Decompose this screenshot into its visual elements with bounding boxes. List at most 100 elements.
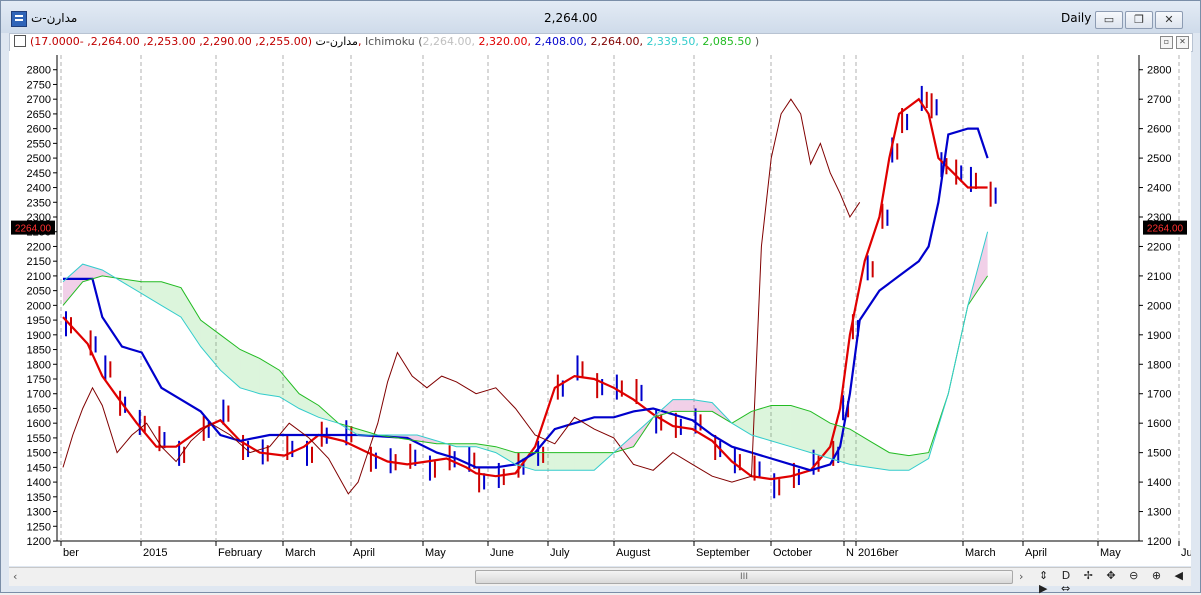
right-price-tag-label: 2264.00 xyxy=(1147,224,1184,235)
left-tick-label: 2750 xyxy=(27,79,51,91)
minimize-button[interactable]: ▭ xyxy=(1095,11,1123,29)
legend-restore-icon[interactable]: ▫ xyxy=(1160,36,1173,49)
legend-close-paren: ) xyxy=(754,35,760,48)
series-line-kijun xyxy=(63,127,989,472)
right-tick-label: 1800 xyxy=(1147,359,1171,371)
left-tick-label: 2350 xyxy=(27,197,51,209)
legend-symbol: مدارن-ت xyxy=(315,35,358,48)
left-tick-label: 1550 xyxy=(27,433,51,445)
cloud-segment xyxy=(869,440,890,471)
close-button[interactable]: ✕ xyxy=(1155,11,1183,29)
right-tick-label: 1500 xyxy=(1147,448,1171,460)
x-tick-label: April xyxy=(1025,547,1047,559)
legend-value-4: 2,264.00, xyxy=(590,35,643,48)
ichimoku-chart[interactable]: 1200 1250 1300 1350 1400 1450 1500 1550 1600 1650… xyxy=(9,35,1199,566)
maximize-button[interactable]: ❐ xyxy=(1125,11,1153,29)
chart-area[interactable]: 1200 1250 1300 1350 1400 1450 1500 1550 1600 1650… xyxy=(9,35,1199,566)
left-tick-label: 2550 xyxy=(27,138,51,150)
left-tick-label: 1400 xyxy=(27,477,51,489)
legend-value-6: 2,085.50 xyxy=(702,35,752,48)
x-tick-label: 2015 xyxy=(143,547,167,559)
right-tick-label: 2800 xyxy=(1147,65,1171,77)
period-label: Daily xyxy=(1061,11,1092,25)
legend-close-icon[interactable]: ✕ xyxy=(1176,36,1189,49)
left-tick-label: 1750 xyxy=(27,374,51,386)
left-tick-label: 2000 xyxy=(27,300,51,312)
x-tick-label: April xyxy=(353,547,375,559)
right-tick-label: 1600 xyxy=(1147,418,1171,430)
cloud-segment xyxy=(240,349,260,394)
x-tick-label: August xyxy=(616,547,650,559)
left-tick-label: 1450 xyxy=(27,462,51,474)
x-tick-label: 2016ber xyxy=(858,547,899,559)
cloud-segment xyxy=(574,452,595,471)
right-tick-label: 2600 xyxy=(1147,124,1171,136)
right-tick-label: 1400 xyxy=(1147,477,1171,489)
left-tick-label: 1700 xyxy=(27,389,51,401)
x-tick-label: September xyxy=(696,547,750,559)
left-tick-label: 1850 xyxy=(27,345,51,357)
legend-indicator: Ichimoku ( xyxy=(364,35,423,48)
x-tick-label: October xyxy=(773,547,812,559)
chart-legend: مدارن-ت (2,255.00, 2,290.00, 2,253.00, 2… xyxy=(9,33,1193,52)
left-tick-label: 2700 xyxy=(27,94,51,106)
chart-tools[interactable]: ⇕ D ✢ ✥ ⊖ ⊕ ◀ ▶ ⇔ xyxy=(1039,569,1191,595)
cloud-segment xyxy=(220,334,241,388)
left-tick-label: 1200 xyxy=(27,536,51,548)
legend-value-1: 2,264.00, xyxy=(422,35,475,48)
x-tick-label: ber xyxy=(63,547,79,559)
right-tick-label: 2100 xyxy=(1147,271,1171,283)
scroll-left-icon[interactable]: ‹ xyxy=(13,570,17,583)
chart-window: مدارن-ت 2,264.00 Daily ▭ ❐ ✕ مدارن-ت (2,… xyxy=(0,0,1201,595)
right-tick-label: 2500 xyxy=(1147,153,1171,165)
right-tick-label: 1300 xyxy=(1147,507,1171,519)
x-tick-label: May xyxy=(425,547,446,559)
chart-app-icon[interactable] xyxy=(11,11,27,27)
left-price-tag-label: 2264.00 xyxy=(15,224,52,235)
right-tick-label: 2700 xyxy=(1147,94,1171,106)
horizontal-scrollbar[interactable]: III xyxy=(475,570,1013,584)
x-tick-label: Jun xyxy=(1181,547,1191,559)
left-tick-label: 2500 xyxy=(27,153,51,165)
left-tick-label: 1900 xyxy=(27,330,51,342)
left-tick-label: 1350 xyxy=(27,492,51,504)
x-tick-label: July xyxy=(550,547,570,559)
cloud-segment xyxy=(731,411,752,435)
right-tick-label: 1700 xyxy=(1147,389,1171,401)
left-tick-label: 1500 xyxy=(27,448,51,460)
cloud-segment xyxy=(554,452,575,471)
left-tick-label: 1650 xyxy=(27,403,51,415)
legend-value-3: 2,408.00, xyxy=(534,35,587,48)
window-title: مدارن-ت xyxy=(31,11,78,25)
legend-ohlc: (2,255.00, 2,290.00, 2,253.00, 2,264.00,… xyxy=(30,35,362,48)
right-tick-label: 2400 xyxy=(1147,183,1171,195)
left-tick-label: 2450 xyxy=(27,168,51,180)
x-tick-label: June xyxy=(490,547,514,559)
last-price-title: 2,264.00 xyxy=(544,11,598,25)
right-tick-label: 1900 xyxy=(1147,330,1171,342)
left-tick-label: 1600 xyxy=(27,418,51,430)
left-tick-label: 2400 xyxy=(27,183,51,195)
left-tick-label: 1950 xyxy=(27,315,51,327)
scroll-right-icon[interactable]: › xyxy=(1019,570,1023,583)
right-tick-label: 2000 xyxy=(1147,300,1171,312)
cloud-segment xyxy=(299,393,319,418)
right-tick-label: 1200 xyxy=(1147,536,1171,548)
left-tick-label: 1800 xyxy=(27,359,51,371)
x-tick-label: March xyxy=(965,547,996,559)
bottom-toolbar: ‹ III › ⇕ D ✢ ✥ ⊖ ⊕ ◀ ▶ ⇔ xyxy=(9,567,1191,595)
left-tick-label: 2100 xyxy=(27,271,51,283)
left-tick-label: 2600 xyxy=(27,124,51,136)
title-bar[interactable]: مدارن-ت 2,264.00 Daily ▭ ❐ ✕ xyxy=(1,1,1200,33)
legend-value-5: 2,339.50, xyxy=(646,35,699,48)
x-tick-label: February xyxy=(218,547,263,559)
left-tick-label: 2800 xyxy=(27,65,51,77)
legend-value-2: 2,320.00, xyxy=(478,35,531,48)
right-tick-label: 2200 xyxy=(1147,241,1171,253)
cloud-segment xyxy=(181,287,201,347)
left-tick-label: 2650 xyxy=(27,109,51,121)
legend-checkbox[interactable] xyxy=(14,35,26,47)
left-tick-label: 1250 xyxy=(27,521,51,533)
left-tick-label: 2150 xyxy=(27,256,51,268)
x-tick-label: March xyxy=(285,547,316,559)
